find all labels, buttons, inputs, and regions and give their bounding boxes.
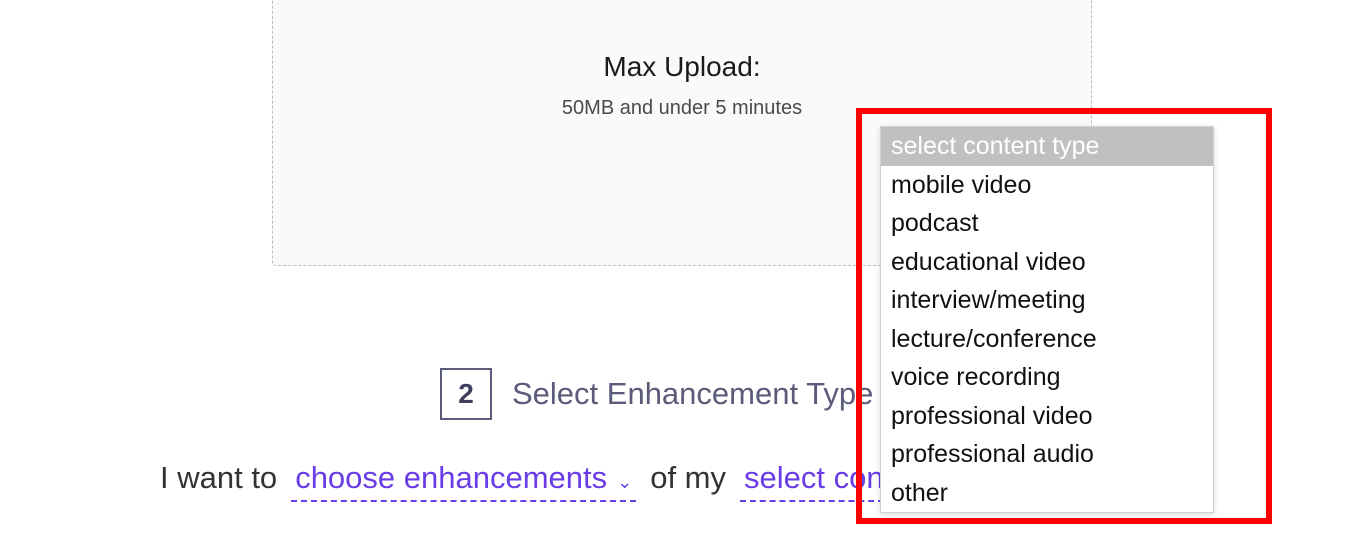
content-type-option[interactable]: educational video bbox=[881, 243, 1213, 282]
choose-enhancements-dropdown[interactable]: choose enhancements ⌄ bbox=[291, 460, 636, 502]
content-type-option[interactable]: podcast bbox=[881, 204, 1213, 243]
step-label: Select Enhancement Type bbox=[512, 376, 873, 412]
step-header: 2 Select Enhancement Type bbox=[440, 368, 873, 420]
content-type-option[interactable]: voice recording bbox=[881, 358, 1213, 397]
content-type-option[interactable]: lecture/conference bbox=[881, 320, 1213, 359]
step-number-text: 2 bbox=[458, 378, 474, 410]
content-type-option[interactable]: other bbox=[881, 474, 1213, 513]
content-type-options-panel[interactable]: select content typemobile videopodcasted… bbox=[880, 126, 1214, 513]
content-type-option[interactable]: interview/meeting bbox=[881, 281, 1213, 320]
content-type-option[interactable]: select content type bbox=[881, 127, 1213, 166]
upload-title: Max Upload: bbox=[273, 51, 1091, 83]
content-type-option[interactable]: mobile video bbox=[881, 166, 1213, 205]
sentence-mid: of my bbox=[650, 460, 726, 496]
choose-enhancements-label: choose enhancements bbox=[295, 460, 607, 496]
upload-subtitle: 50MB and under 5 minutes bbox=[273, 97, 1091, 120]
step-number-badge: 2 bbox=[440, 368, 492, 420]
content-type-option[interactable]: professional video bbox=[881, 397, 1213, 436]
content-type-option[interactable]: professional audio bbox=[881, 435, 1213, 474]
chevron-down-icon: ⌄ bbox=[617, 473, 632, 491]
sentence-lead: I want to bbox=[160, 460, 277, 496]
